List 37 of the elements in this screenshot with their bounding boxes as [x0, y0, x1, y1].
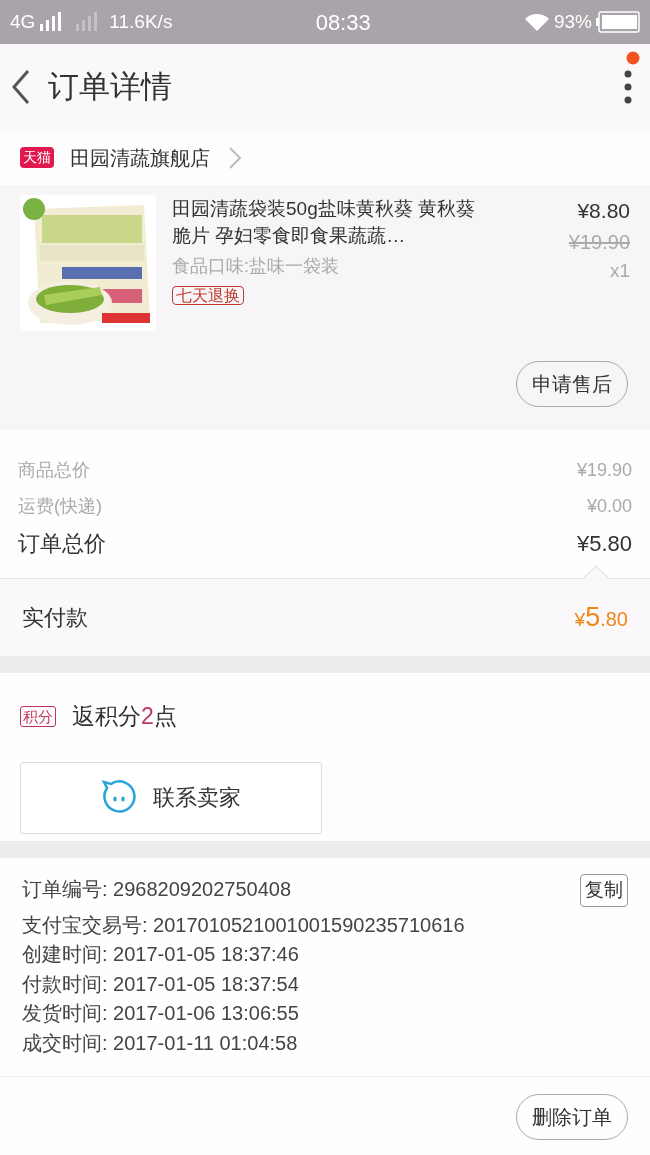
order-info-line: 创建时间: 2017-01-05 18:37:46 — [22, 942, 299, 968]
paid-label: 实付款 — [22, 604, 88, 632]
product-variant: 食品口味:盐味一袋装 — [172, 255, 340, 278]
summary-value: ¥5.80 — [576, 530, 632, 558]
summary-value: ¥0.00 — [586, 495, 632, 518]
summary-value: ¥19.90 — [576, 459, 632, 482]
wifi-icon — [523, 12, 550, 32]
return-policy-tag: 七天退换 — [172, 286, 244, 305]
order-info-line: 订单编号: 2968209202750408 — [22, 877, 292, 903]
contact-seller-button[interactable]: 联系卖家 — [20, 761, 322, 834]
summary-label: 商品总价 — [18, 459, 90, 482]
network-label: 4G — [10, 9, 36, 34]
paid-amount: ¥5.80 — [574, 601, 628, 635]
order-info-line: 付款时间: 2017-01-05 18:37:54 — [22, 971, 299, 997]
order-info-line: 成交时间: 2017-01-11 01:04:58 — [22, 1030, 298, 1056]
points-badge: 积分 — [20, 705, 56, 727]
battery-level: 93% — [553, 9, 592, 34]
product-quantity: x1 — [609, 258, 630, 283]
battery-icon — [596, 11, 640, 33]
signal-icon — [39, 12, 62, 32]
summary-label: 订单总价 — [18, 530, 106, 558]
more-menu-icon[interactable] — [624, 70, 632, 104]
store-badge: 天猫 — [20, 147, 54, 168]
summary-label: 运费(快递) — [18, 495, 102, 518]
product-title[interactable]: 田园清蔬袋装50g盐味黄秋葵 黄秋葵脆片 孕妇零食即食果蔬蔬… — [172, 195, 492, 249]
network-speed: 11.6K/s — [109, 9, 173, 34]
original-price: ¥19.90 — [568, 229, 630, 255]
points-text: 返积分2点 — [72, 702, 177, 731]
copy-button[interactable]: 复制 — [580, 874, 628, 907]
order-info-line: 发货时间: 2017-01-06 13:06:55 — [22, 1001, 299, 1027]
signal-icon — [75, 12, 98, 32]
back-icon[interactable] — [10, 69, 32, 105]
store-name[interactable]: 田园清蔬旗舰店 — [70, 142, 210, 173]
chat-bubble-icon — [101, 779, 137, 816]
product-price: ¥8.80 — [577, 198, 630, 224]
page-title: 订单详情 — [48, 67, 172, 106]
order-info-line: 支付宝交易号: 2017010521001001590235710616 — [22, 912, 465, 938]
